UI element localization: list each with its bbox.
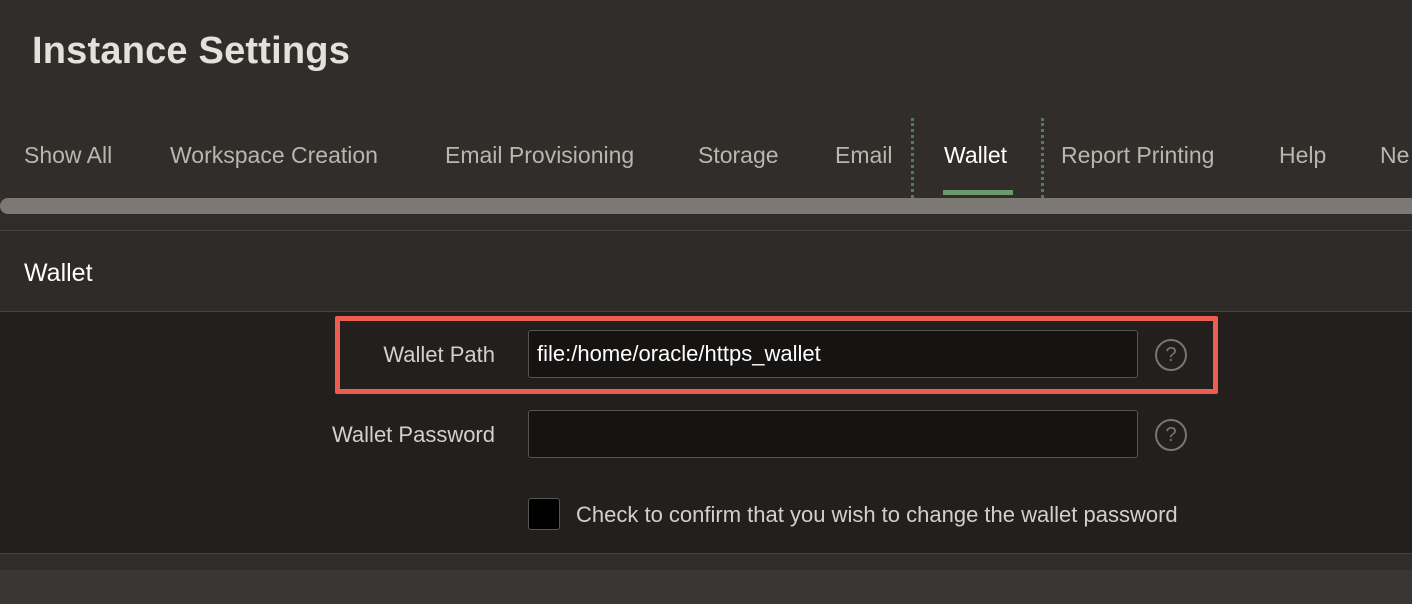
instance-settings-page: Instance Settings Show All Workspace Cre… — [0, 0, 1412, 604]
wallet-region-header: Wallet — [0, 230, 1412, 312]
settings-tab-bar: Show All Workspace Creation Email Provis… — [0, 118, 1412, 198]
wallet-path-label: Wallet Path — [383, 342, 495, 367]
confirm-change-checkbox[interactable] — [528, 498, 560, 530]
active-tab-underline — [943, 190, 1013, 195]
bottom-region-edge — [0, 570, 1412, 604]
tab-email[interactable]: Email — [835, 142, 893, 169]
tab-report-printing[interactable]: Report Printing — [1061, 142, 1214, 169]
tab-show-all[interactable]: Show All — [24, 142, 112, 169]
wallet-password-input[interactable] — [528, 410, 1138, 458]
wallet-password-label: Wallet Password — [331, 422, 495, 447]
region-title: Wallet — [24, 259, 93, 287]
question-circle-icon[interactable]: ? — [1155, 419, 1187, 451]
tab-focus-indicator-right — [1041, 118, 1044, 198]
confirm-change-label[interactable]: Check to confirm that you wish to change… — [576, 502, 1178, 528]
tab-focus-indicator-left — [911, 118, 914, 198]
tab-help[interactable]: Help — [1279, 142, 1326, 169]
wallet-path-input[interactable] — [528, 330, 1138, 378]
page-title: Instance Settings — [32, 30, 351, 72]
scrollbar-track — [0, 214, 1412, 230]
tab-next-truncated[interactable]: Ne — [1380, 142, 1409, 169]
tab-workspace-creation[interactable]: Workspace Creation — [170, 142, 378, 169]
tab-bar-scrollbar[interactable] — [0, 198, 1412, 214]
tab-wallet[interactable]: Wallet — [944, 142, 1007, 169]
tab-storage[interactable]: Storage — [698, 142, 779, 169]
question-circle-icon[interactable]: ? — [1155, 339, 1187, 371]
tab-email-provisioning[interactable]: Email Provisioning — [445, 142, 634, 169]
